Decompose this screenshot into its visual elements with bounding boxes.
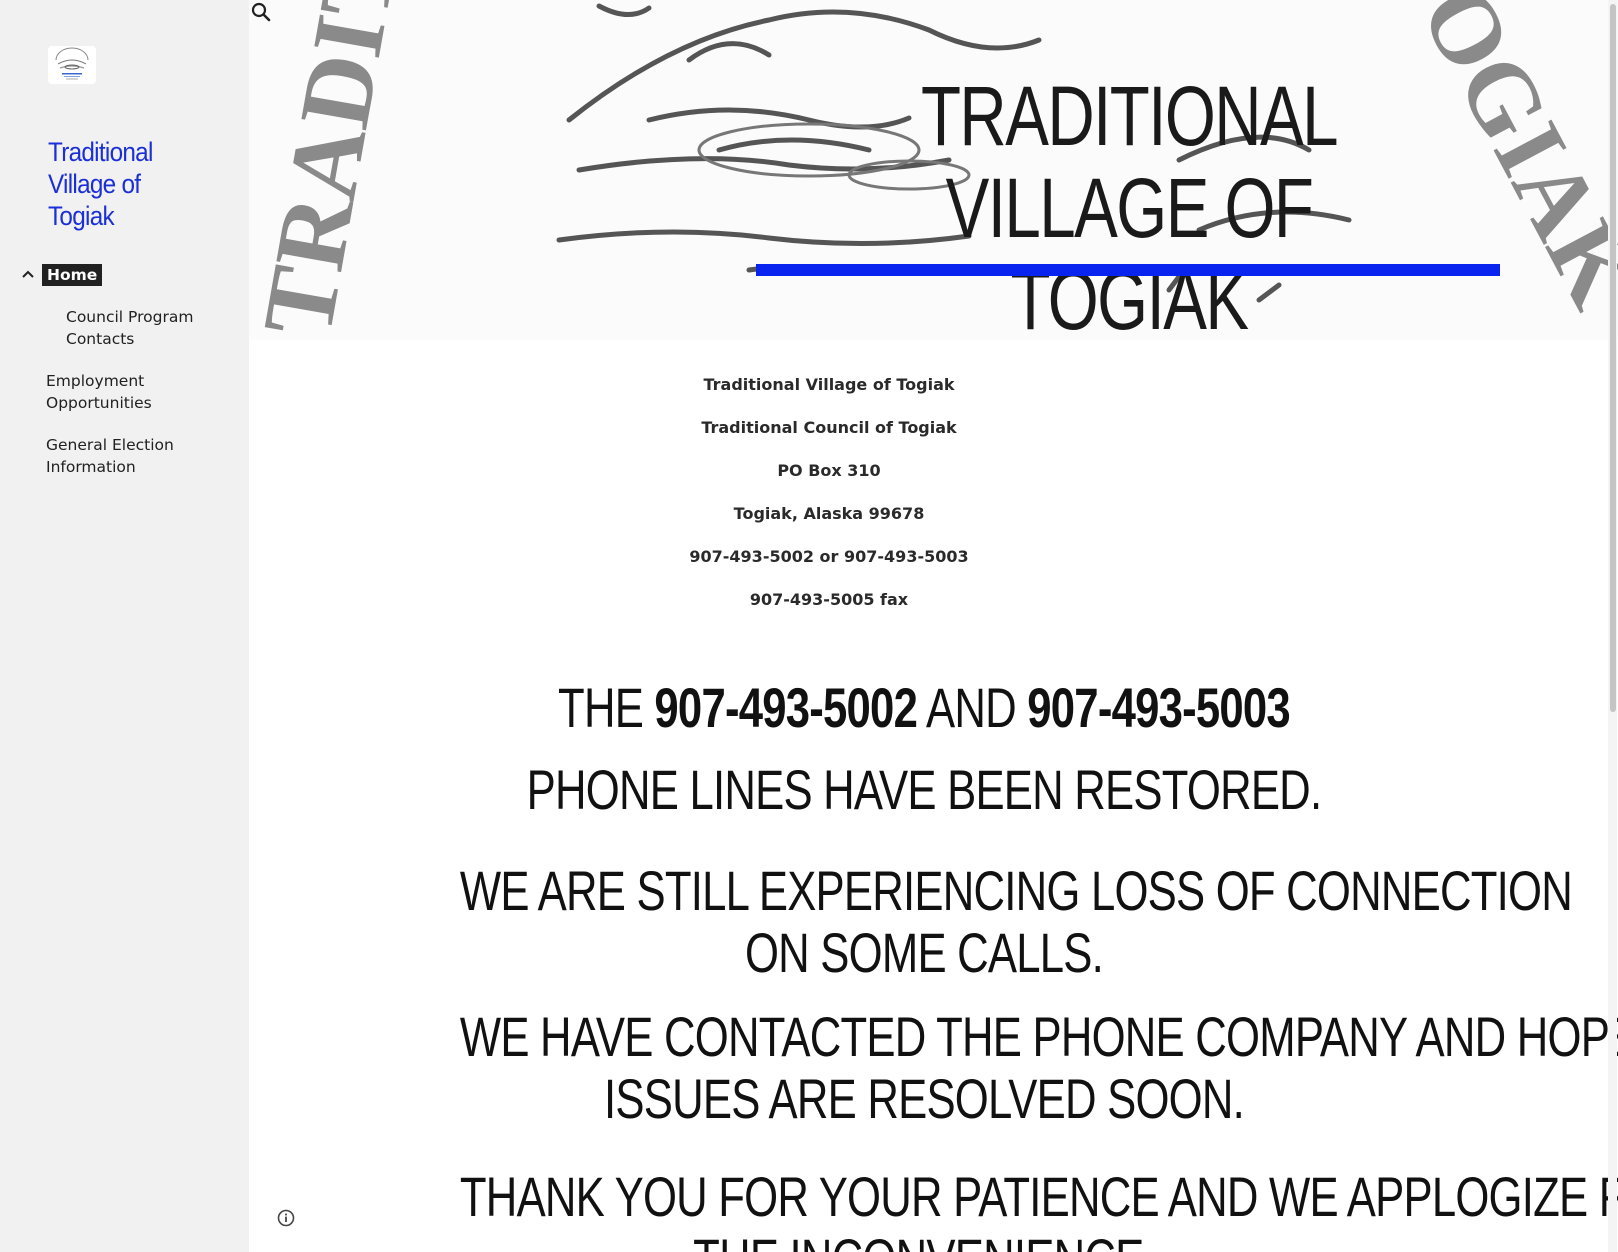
- seal-logo-image: [55, 47, 89, 80]
- notice-and: AND: [917, 676, 1028, 739]
- hero-banner: TRADIT OGIAK TRADITIONAL VILLAGE OF TOGI…: [249, 0, 1618, 340]
- sidebar: Traditional Village of Togiak Home Counc…: [0, 0, 249, 1252]
- notice-connection-line-1: WE ARE STILL EXPERIENCING LOSS OF CONNEC…: [459, 859, 1573, 922]
- sidebar-item-council-program-contacts[interactable]: Council Program Contacts: [66, 306, 226, 350]
- notice-company-line-2: ISSUES ARE RESOLVED SOON.: [604, 1067, 1245, 1130]
- address-line-village: Traditional Village of Togiak: [703, 375, 955, 394]
- address-line-council: Traditional Council of Togiak: [701, 418, 957, 437]
- notice-thanks-line-2: THE INCONVENIENCE.: [460, 1228, 1388, 1252]
- site-title-link[interactable]: Traditional Village of Togiak: [48, 136, 210, 232]
- notice-thank-you: THANK YOU FOR YOUR PATIENCE AND WE APPLO…: [459, 1165, 1618, 1252]
- address-line-phone: 907-493-5002 or 907-493-5003: [689, 547, 969, 566]
- address-line-fax: 907-493-5005 fax: [749, 590, 909, 609]
- chevron-up-icon[interactable]: [20, 268, 36, 280]
- notice-the: THE: [558, 676, 655, 739]
- notice-company-line-1: WE HAVE CONTACTED THE PHONE COMPANY AND …: [459, 1005, 1618, 1068]
- notice-phone-2: 907-493-5003: [1027, 676, 1290, 739]
- scrollbar-thumb[interactable]: [1610, 4, 1616, 712]
- notice-phone-1: 907-493-5002: [654, 676, 918, 739]
- page: Traditional Village of Togiak Home Counc…: [0, 0, 1618, 1252]
- notice-phone-company: WE HAVE CONTACTED THE PHONE COMPANY AND …: [459, 1005, 1618, 1130]
- svg-text:TRADIT: TRADIT: [249, 0, 418, 340]
- title-underline-bar: [756, 264, 1500, 276]
- notice-connection-line-2: ON SOME CALLS.: [744, 921, 1104, 984]
- sidebar-item-home[interactable]: Home: [42, 264, 103, 286]
- main-content: TRADIT OGIAK TRADITIONAL VILLAGE OF TOGI…: [249, 0, 1618, 1252]
- notice-thanks-line-1: THANK YOU FOR YOUR PATIENCE AND WE APPLO…: [459, 1165, 1618, 1228]
- sidebar-item-home-label: Home: [42, 264, 103, 286]
- page-title: TRADITIONAL VILLAGE OF TOGIAK: [920, 69, 1339, 340]
- address-line-po-box: PO Box 310: [777, 461, 881, 480]
- site-logo[interactable]: [48, 46, 96, 84]
- sidebar-item-general-election-information[interactable]: General Election Information: [46, 434, 216, 478]
- sidebar-item-employment-opportunities[interactable]: Employment Opportunities: [46, 370, 206, 414]
- notice-restored: PHONE LINES HAVE BEEN RESTORED.: [526, 758, 1322, 821]
- notice-connection-loss: WE ARE STILL EXPERIENCING LOSS OF CONNEC…: [459, 859, 1573, 984]
- contact-address: Traditional Village of Togiak Traditiona…: [629, 372, 1029, 630]
- address-line-city: Togiak, Alaska 99678: [733, 504, 925, 523]
- notice-phone-numbers: THE 907-493-5002 AND 907-493-5003: [460, 676, 1388, 740]
- search-icon[interactable]: [249, 0, 273, 24]
